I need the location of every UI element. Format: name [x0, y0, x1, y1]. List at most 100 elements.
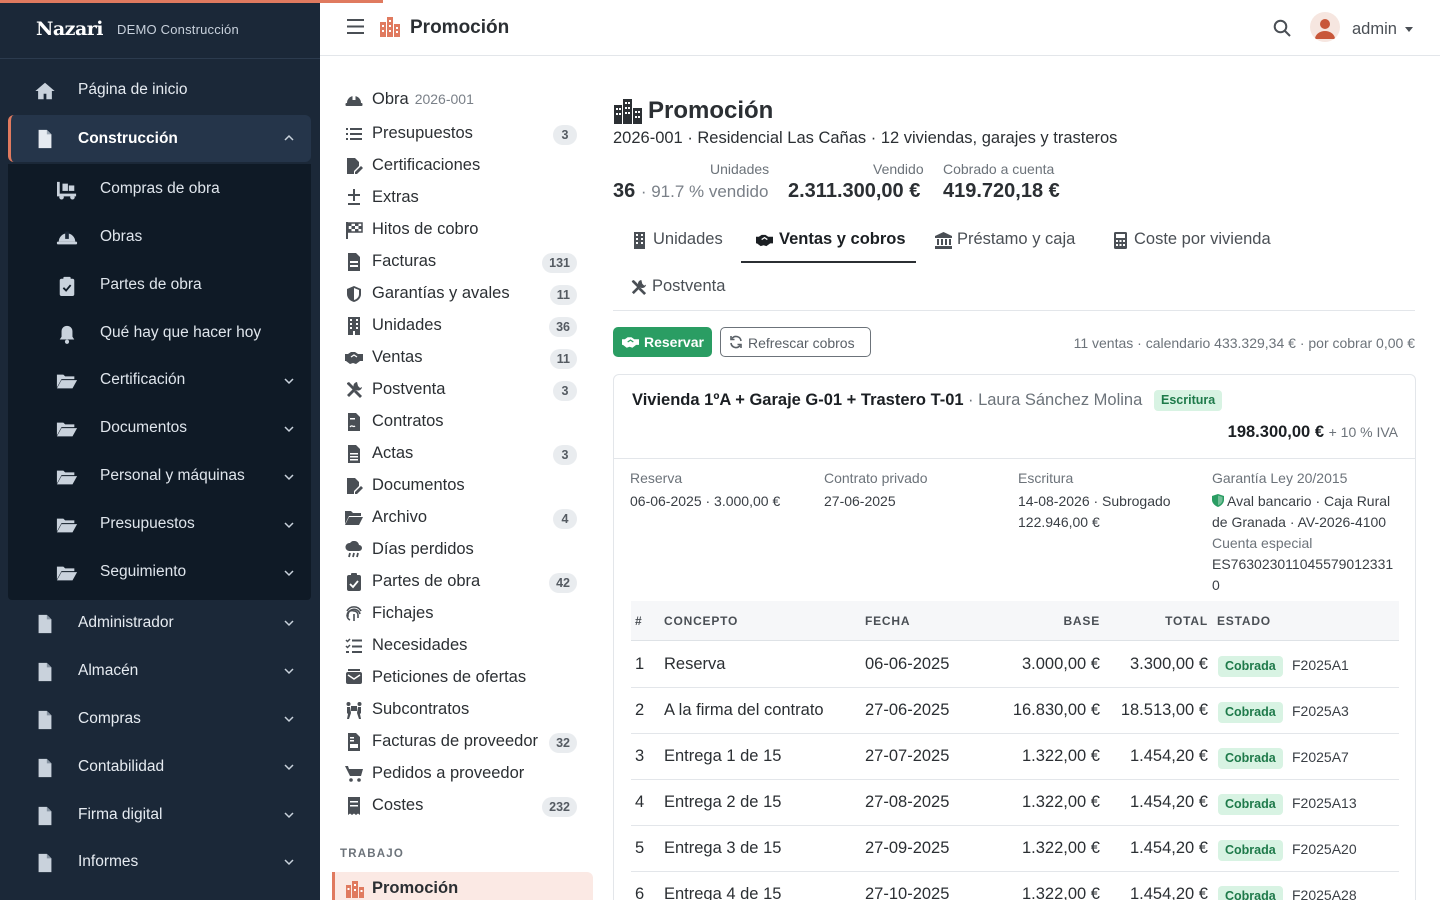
tabs-divider [613, 310, 1415, 311]
sidebar-subitem-obras[interactable]: Obras [8, 214, 311, 262]
sidebar-item-contabilidad[interactable]: Contabilidad [8, 744, 311, 790]
project-menu-item[interactable]: Pedidos a proveedor [345, 761, 585, 789]
sidebar-subitem-label: Obras [100, 228, 143, 245]
sidebar-item-almacen[interactable]: Almacén [8, 648, 311, 694]
search-icon[interactable] [1273, 19, 1291, 37]
project-menu-item[interactable]: Archivo 4 [345, 505, 585, 533]
project-menu-item[interactable]: Días perdidos [345, 537, 585, 565]
file-invoice-icon [348, 253, 360, 271]
count-badge: 32 [549, 733, 577, 753]
project-menu-item[interactable]: Extras [345, 185, 585, 213]
sidebar-subitem-certificacion[interactable]: Certificación [8, 357, 311, 405]
hardhat-icon [56, 231, 78, 245]
project-menu-item[interactable]: Partes de obra 42 [345, 569, 585, 597]
count-badge: 232 [542, 797, 577, 817]
handshake-icon [345, 352, 363, 364]
reserva-value: 06-06-2025 · 3.000,00 € [630, 493, 781, 509]
project-menu-item[interactable]: Contratos [345, 409, 585, 437]
reserve-button[interactable]: Reservar [613, 327, 712, 357]
shield-icon [347, 286, 361, 302]
table-row[interactable]: 5 Entrega 3 de 15 27-09-2025 1.322,00 € … [631, 826, 1399, 872]
project-menu-item[interactable]: Actas 3 [345, 441, 585, 469]
row-num: 1 [635, 655, 645, 673]
hamburger-menu-icon[interactable] [347, 18, 364, 35]
table-row[interactable]: 1 Reserva 06-06-2025 3.000,00 € 3.300,00… [631, 642, 1399, 688]
project-menu-item[interactable]: Facturas de proveedor 32 [345, 729, 585, 757]
count-badge: 131 [542, 253, 577, 273]
row-num: 4 [635, 793, 645, 811]
project-menu-item[interactable]: Necesidades [345, 633, 585, 661]
chevron-down-icon [284, 474, 294, 481]
sidebar-subitem-que-hacer-hoy[interactable]: Qué hay que hacer hoy [8, 310, 311, 358]
sidebar-item-firma-digital[interactable]: Firma digital [8, 792, 311, 838]
brand: Nazari DEMO Construcción [0, 0, 320, 59]
user-avatar[interactable] [1310, 12, 1340, 42]
project-menu-item[interactable]: Presupuestos 3 [345, 121, 585, 149]
project-menu-item[interactable]: Garantías y avales 11 [345, 281, 585, 309]
col-estado: ESTADO [1217, 614, 1271, 628]
cuenta-line-1: ES763023011045579012331 [1212, 556, 1394, 572]
row-concepto: Reserva [664, 655, 726, 673]
row-total: 1.454,20 € [1130, 793, 1208, 811]
sidebar-item-compras[interactable]: Compras [8, 696, 311, 742]
project-menu-obra[interactable]: Obra 2026-001 [345, 87, 585, 115]
sidebar: Nazari DEMO Construcción Página de inici… [0, 0, 320, 900]
project-menu-item[interactable]: Documentos [345, 473, 585, 501]
project-menu-item[interactable]: Hitos de cobro [345, 217, 585, 245]
row-invoice[interactable]: F2025A20 [1292, 841, 1357, 857]
col-fecha: FECHA [865, 614, 911, 628]
sidebar-item-home[interactable]: Página de inicio [8, 67, 311, 113]
project-menu-item[interactable]: Costes 232 [345, 793, 585, 821]
project-menu-item[interactable]: Unidades 36 [345, 313, 585, 341]
top-accent-bar [0, 0, 383, 3]
city-icon [380, 17, 400, 37]
row-invoice[interactable]: F2025A28 [1292, 887, 1357, 900]
table-row[interactable]: 6 Entrega 4 de 15 27-10-2025 1.322,00 € … [631, 872, 1399, 900]
caret-down-icon[interactable] [1405, 27, 1413, 32]
row-num: 6 [635, 885, 645, 900]
project-menu-item[interactable]: Certificaciones [345, 153, 585, 181]
count-badge: 3 [553, 125, 577, 145]
sidebar-subitem-documentos[interactable]: Documentos [8, 405, 311, 453]
project-menu-label: Fichajes [372, 604, 434, 622]
sidebar-subitem-compras-obra[interactable]: Compras de obra [8, 166, 311, 214]
project-menu-item[interactable]: Subcontratos [345, 697, 585, 725]
project-menu-item[interactable]: Fichajes [345, 601, 585, 629]
project-menu-item[interactable]: Ventas 11 [345, 345, 585, 373]
row-num: 5 [635, 839, 645, 857]
sidebar-subitem-partes-obra[interactable]: Partes de obra [8, 262, 311, 310]
project-menu-item[interactable]: Postventa 3 [345, 377, 585, 405]
row-invoice[interactable]: F2025A3 [1292, 703, 1349, 719]
sidebar-subitem-personal-maquinas[interactable]: Personal y máquinas [8, 453, 311, 501]
user-name[interactable]: admin [1352, 20, 1397, 39]
project-menu-promocion[interactable]: Promoción [332, 872, 593, 900]
col-base: BASE [1063, 614, 1100, 628]
sidebar-item-construccion[interactable]: Construcción [8, 115, 311, 162]
sale-unit-title[interactable]: Vivienda 1ºA + Garaje G-01 + Trastero T-… [632, 391, 964, 410]
row-invoice[interactable]: F2025A13 [1292, 795, 1357, 811]
company-name: DEMO Construcción [117, 21, 239, 37]
sidebar-subitem-seguimiento[interactable]: Seguimiento [8, 549, 311, 597]
sidebar-subitem-presupuestos[interactable]: Presupuestos [8, 501, 311, 549]
table-row[interactable]: 4 Entrega 2 de 15 27-08-2025 1.322,00 € … [631, 780, 1399, 826]
row-total: 3.300,00 € [1130, 655, 1208, 673]
folder-open-icon [56, 470, 78, 485]
refresh-collections-button[interactable]: Refrescar cobros [720, 327, 871, 357]
col-total: TOTAL [1165, 614, 1208, 628]
row-invoice[interactable]: F2025A7 [1292, 749, 1349, 765]
people-carry-icon [346, 702, 362, 719]
table-row[interactable]: 2 A la firma del contrato 27-06-2025 16.… [631, 688, 1399, 734]
sidebar-item-administrador[interactable]: Administrador [8, 600, 311, 646]
col-concepto: CONCEPTO [664, 614, 739, 628]
bank-icon [935, 232, 952, 249]
sidebar-item-informes[interactable]: Informes [8, 839, 311, 885]
tab-label: Préstamo y caja [957, 230, 1076, 248]
city-icon [346, 881, 364, 898]
project-menu-label: Pedidos a proveedor [372, 764, 525, 782]
row-invoice[interactable]: F2025A1 [1292, 657, 1349, 673]
table-row[interactable]: 3 Entrega 1 de 15 27-07-2025 1.322,00 € … [631, 734, 1399, 780]
project-menu-item[interactable]: Facturas 131 [345, 249, 585, 277]
stat-collected-value: 419.720,18 € [943, 180, 1060, 202]
project-menu-item[interactable]: Peticiones de ofertas [345, 665, 585, 693]
brand-logo[interactable]: Nazari [36, 18, 104, 40]
